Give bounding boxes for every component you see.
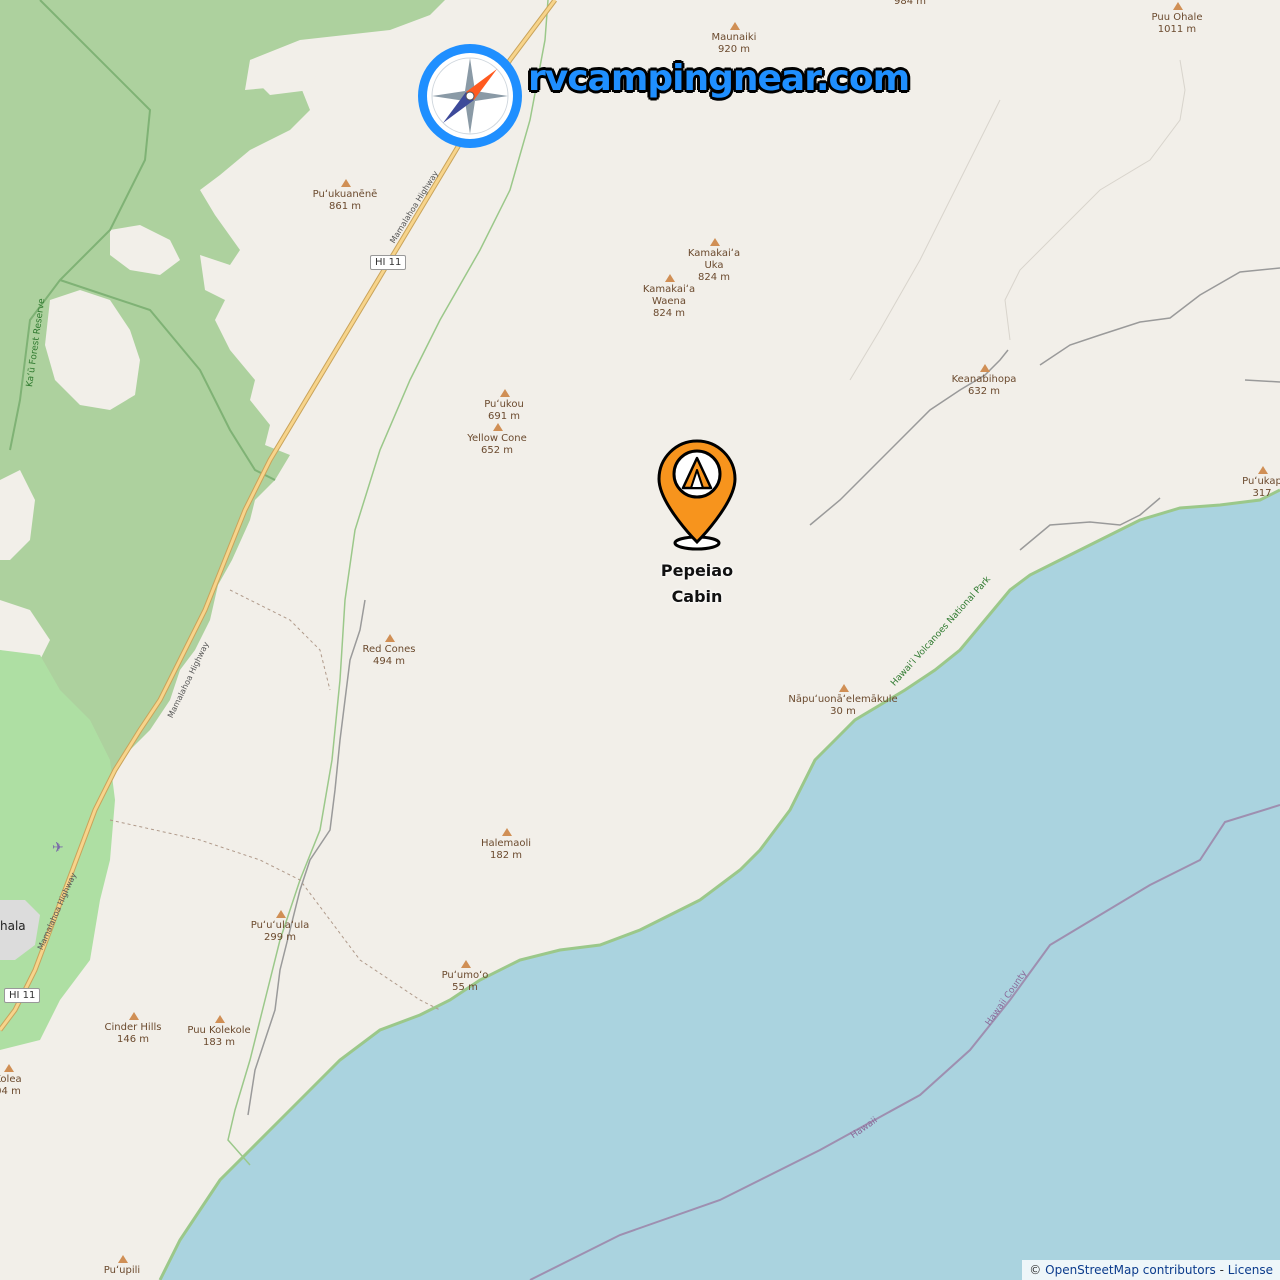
peak-elevation: 1011 m xyxy=(1157,24,1197,35)
peak-elevation: 182 m xyxy=(489,850,522,861)
airport-icon: ✈ xyxy=(52,840,64,856)
attribution-separator: - xyxy=(1219,1263,1224,1277)
peak-triangle-icon xyxy=(4,1064,14,1072)
map-base-layer: ✈ xyxy=(0,0,1280,1280)
peak-elevation: 824 m xyxy=(652,308,685,319)
peak-elevation: 984 m xyxy=(893,0,927,7)
peak-name: Puʻukou xyxy=(484,399,524,410)
peak-elevation: 299 m xyxy=(263,932,296,943)
peak-name: Puu Ohale xyxy=(1151,12,1203,23)
peak-puumoo-label: Puʻumoʻo 55 m xyxy=(442,970,489,994)
map-canvas[interactable]: ✈ 984 m Maunaiki 920 m Puu Ohale 1011 m Puʻuk… xyxy=(0,0,1280,1280)
peak-triangle-icon xyxy=(710,238,720,246)
peak-name: Puʻukuanēnē xyxy=(312,189,378,200)
stream xyxy=(1004,59,1186,341)
peak-keanabihopa-label: Keanabihopa 632 m xyxy=(952,374,1017,398)
peak-puupili-label: Puʻupili xyxy=(104,1265,140,1277)
peak-triangle-icon xyxy=(980,364,990,372)
peak-elevation: 04 m xyxy=(0,1086,21,1097)
peak-elevation: 824 m xyxy=(697,272,730,283)
peak-triangle-icon xyxy=(385,634,395,642)
copyright-symbol: © xyxy=(1029,1263,1042,1277)
map-attribution: © OpenStreetMap contributors - License xyxy=(1022,1260,1280,1280)
peak-triangle-icon xyxy=(502,828,512,836)
stream xyxy=(849,99,1001,381)
peak-triangle-icon xyxy=(500,389,510,397)
clearing xyxy=(250,50,320,95)
peak-maunaiki-label: Maunaiki 920 m xyxy=(712,32,757,56)
peak-triangle-icon xyxy=(276,910,286,918)
peak-name: Puu Kolekole xyxy=(187,1025,251,1036)
brand-wordmark[interactable]: rvcampingnear.com xyxy=(528,58,910,99)
cliff-line xyxy=(1244,379,1280,383)
campsite-pin-icon[interactable] xyxy=(656,438,738,554)
peak-triangle-icon xyxy=(341,179,351,187)
compass-logo-icon[interactable] xyxy=(415,41,525,151)
peak-elevation: 494 m xyxy=(372,656,406,667)
peak-elevation: 652 m xyxy=(480,445,513,456)
peak-elevation: 632 m xyxy=(967,386,1000,397)
peak-kamakaia-waena-label: Kamakaiʻa Waena 824 m xyxy=(639,284,699,320)
peak-puu-ohale-label: Puu Ohale 1011 m xyxy=(1152,12,1203,36)
campsite-name-line: Pepeiao xyxy=(660,561,734,580)
peak-triangle-icon xyxy=(493,423,503,431)
peak-name: Cinder Hills xyxy=(104,1022,162,1033)
road-shield-hi11: HI 11 xyxy=(4,988,41,1003)
peak-triangle-icon xyxy=(129,1012,139,1020)
peak-name: Puʻupili xyxy=(103,1265,141,1276)
cliff-line xyxy=(247,599,366,1116)
peak-name: Maunaiki xyxy=(711,32,757,43)
peak-elevation: 861 m xyxy=(328,201,362,212)
peak-name: Keanabihopa xyxy=(951,374,1017,385)
peak-puukuanene-label: Puʻukuanēnē 861 m xyxy=(313,189,378,213)
peak-elevation: 920 m xyxy=(717,44,751,55)
forest-area xyxy=(0,0,445,800)
cliff-line xyxy=(1039,267,1280,366)
peak-red-cones-label: Red Cones 494 m xyxy=(363,644,416,668)
peak-elevation: 146 m xyxy=(116,1034,149,1045)
peak-elevation: 30 m xyxy=(830,706,856,717)
peak-puukou-label: Puʻukou 691 m xyxy=(484,399,524,423)
peak-triangle-icon xyxy=(461,960,471,968)
peak-triangle-icon xyxy=(1258,466,1268,474)
peak-name: Nāpuʻuonāʻelemākule xyxy=(788,694,898,705)
peak-puuulaula-label: Puʻuʻulaʻula 299 m xyxy=(251,920,310,944)
peak-elevation: 183 m xyxy=(202,1037,235,1048)
peak-triangle-icon xyxy=(1173,2,1183,10)
peak-name: Kamakaiʻa Uka xyxy=(687,248,741,271)
peak-kamakaia-uka-label: Kamakaiʻa Uka 824 m xyxy=(684,248,744,284)
peak-halemaoli-label: Halemaoli 182 m xyxy=(481,838,531,862)
peak-puu-kolekole-label: Puu Kolekole 183 m xyxy=(187,1025,250,1049)
town-label: hala xyxy=(0,919,26,933)
peak-name: Puʻumoʻo xyxy=(441,970,489,981)
peak-984-label: 984 m xyxy=(894,0,926,8)
peak-puukap-label: Puʻukap 317 xyxy=(1242,476,1280,500)
peak-elevation: 691 m xyxy=(487,411,521,422)
peak-triangle-icon xyxy=(730,22,740,30)
peak-name: Puʻukap xyxy=(1242,476,1280,487)
road-shield-hi11: HI 11 xyxy=(370,255,407,270)
peak-napuuona-label: Nāpuʻuonāʻelemākule 30 m xyxy=(788,694,897,718)
peak-kolea-label: Kolea04 m xyxy=(0,1074,22,1098)
peak-yellow-cone-label: Yellow Cone 652 m xyxy=(467,433,527,457)
peak-name: Kamakaiʻa Waena xyxy=(642,284,696,307)
peak-name: Kolea xyxy=(0,1074,22,1085)
license-link[interactable]: License xyxy=(1228,1263,1273,1277)
trail xyxy=(229,589,331,691)
peak-name: Halemaoli xyxy=(480,838,532,849)
peak-name: Puʻuʻulaʻula xyxy=(250,920,310,931)
peak-triangle-icon xyxy=(839,684,849,692)
peak-elevation: 317 xyxy=(1252,488,1272,499)
trail xyxy=(109,819,441,1011)
campsite-name[interactable]: Pepeiao Cabin xyxy=(661,558,733,610)
peak-elevation: 55 m xyxy=(452,982,478,993)
peak-triangle-icon xyxy=(215,1015,225,1023)
peak-name: Red Cones xyxy=(362,644,416,655)
campsite-name-line: Cabin xyxy=(671,587,723,606)
osm-link[interactable]: OpenStreetMap contributors xyxy=(1045,1263,1216,1277)
peak-triangle-icon xyxy=(665,274,675,282)
peak-cinder-hills-label: Cinder Hills 146 m xyxy=(103,1022,163,1046)
peak-name: Yellow Cone xyxy=(467,433,527,444)
peak-triangle-icon xyxy=(118,1255,128,1263)
